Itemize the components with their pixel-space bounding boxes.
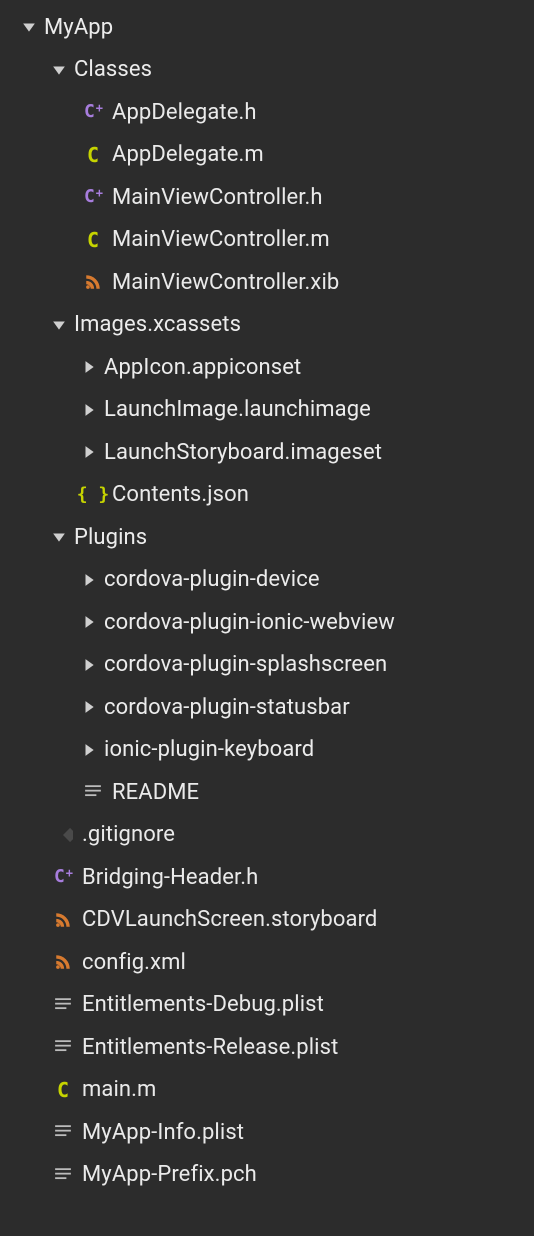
text-file-icon (52, 1036, 74, 1058)
c-file-icon: C (52, 1079, 74, 1101)
chevron-down-icon[interactable] (52, 318, 66, 332)
c-file-icon: C (82, 144, 104, 166)
item-label: cordova-plugin-ionic-webview (104, 610, 395, 635)
chevron-right-icon[interactable] (82, 445, 96, 459)
folder-row[interactable]: ionic-plugin-keyboard (4, 729, 534, 772)
item-label: AppIcon.appiconset (104, 355, 301, 380)
file-row[interactable]: README (4, 771, 534, 814)
item-label: .gitignore (82, 822, 175, 847)
chevron-down-icon[interactable] (22, 20, 36, 34)
item-label: Bridging-Header.h (82, 865, 258, 890)
file-row[interactable]: config.xml (4, 941, 534, 984)
item-label: MyApp-Info.plist (82, 1120, 244, 1145)
folder-row[interactable]: MyApp (4, 6, 534, 49)
file-row[interactable]: C AppDelegate.m (4, 134, 534, 177)
file-row[interactable]: C+ AppDelegate.h (4, 91, 534, 134)
folder-row[interactable]: cordova-plugin-statusbar (4, 686, 534, 729)
folder-row[interactable]: LaunchStoryboard.imageset (4, 431, 534, 474)
item-label: MyApp (44, 15, 113, 40)
item-label: LaunchStoryboard.imageset (104, 440, 382, 465)
item-label: README (112, 780, 199, 805)
folder-row[interactable]: cordova-plugin-ionic-webview (4, 601, 534, 644)
item-label: main.m (82, 1077, 156, 1102)
folder-row[interactable]: Classes (4, 49, 534, 92)
item-label: AppDelegate.h (112, 100, 257, 125)
chevron-down-icon[interactable] (52, 530, 66, 544)
chevron-down-icon[interactable] (52, 63, 66, 77)
item-label: Classes (74, 57, 152, 82)
file-row[interactable]: C+ MainViewController.h (4, 176, 534, 219)
file-row[interactable]: { } Contents.json (4, 474, 534, 517)
chevron-right-icon[interactable] (82, 573, 96, 587)
item-label: ionic-plugin-keyboard (104, 737, 314, 762)
file-row[interactable]: MyApp-Prefix.pch (4, 1154, 534, 1197)
header-file-icon: C+ (82, 186, 104, 208)
item-label: Entitlements-Debug.plist (82, 992, 324, 1017)
item-label: MainViewController.h (112, 185, 323, 210)
folder-row[interactable]: cordova-plugin-splashscreen (4, 644, 534, 687)
file-row[interactable]: Cmain.m (4, 1069, 534, 1112)
item-label: Plugins (74, 525, 147, 550)
text-file-icon (52, 1121, 74, 1143)
json-file-icon: { } (82, 484, 104, 506)
item-label: MainViewController.m (112, 227, 330, 252)
file-row[interactable]: C+ Bridging-Header.h (4, 856, 534, 899)
file-row[interactable]: MyApp-Info.plist (4, 1111, 534, 1154)
file-row[interactable]: Entitlements-Release.plist (4, 1026, 534, 1069)
item-label: cordova-plugin-statusbar (104, 695, 350, 720)
item-label: Contents.json (112, 482, 249, 507)
folder-row[interactable]: AppIcon.appiconset (4, 346, 534, 389)
chevron-right-icon[interactable] (82, 615, 96, 629)
chevron-right-icon[interactable] (82, 403, 96, 417)
item-label: CDVLaunchScreen.storyboard (82, 907, 377, 932)
folder-row[interactable]: Images.xcassets (4, 304, 534, 347)
chevron-right-icon[interactable] (82, 743, 96, 757)
folder-row[interactable]: LaunchImage.launchimage (4, 389, 534, 432)
git-file-icon (52, 824, 74, 846)
xml-file-icon (52, 909, 74, 931)
item-label: cordova-plugin-device (104, 567, 320, 592)
folder-row[interactable]: Plugins (4, 516, 534, 559)
item-label: MyApp-Prefix.pch (82, 1162, 257, 1187)
header-file-icon: C+ (52, 866, 74, 888)
item-label: cordova-plugin-splashscreen (104, 652, 387, 677)
text-file-icon (52, 994, 74, 1016)
item-label: Images.xcassets (74, 312, 241, 337)
item-label: AppDelegate.m (112, 142, 264, 167)
folder-row[interactable]: cordova-plugin-device (4, 559, 534, 602)
xml-file-icon (82, 271, 104, 293)
file-row[interactable]: CDVLaunchScreen.storyboard (4, 899, 534, 942)
item-label: MainViewController.xib (112, 270, 339, 295)
item-label: config.xml (82, 950, 186, 975)
file-row[interactable]: C MainViewController.m (4, 219, 534, 262)
file-row[interactable]: .gitignore (4, 814, 534, 857)
chevron-right-icon[interactable] (82, 658, 96, 672)
file-row[interactable]: Entitlements-Debug.plist (4, 984, 534, 1027)
chevron-right-icon[interactable] (82, 700, 96, 714)
file-row[interactable]: MainViewController.xib (4, 261, 534, 304)
file-tree: MyApp Classes C+ AppDelegate.h C AppDelegate.… (0, 0, 534, 1196)
item-label: Entitlements-Release.plist (82, 1035, 338, 1060)
chevron-right-icon[interactable] (82, 360, 96, 374)
header-file-icon: C+ (82, 101, 104, 123)
text-file-icon (52, 1164, 74, 1186)
xml-file-icon (52, 951, 74, 973)
item-label: LaunchImage.launchimage (104, 397, 371, 422)
c-file-icon: C (82, 229, 104, 251)
text-file-icon (82, 781, 104, 803)
